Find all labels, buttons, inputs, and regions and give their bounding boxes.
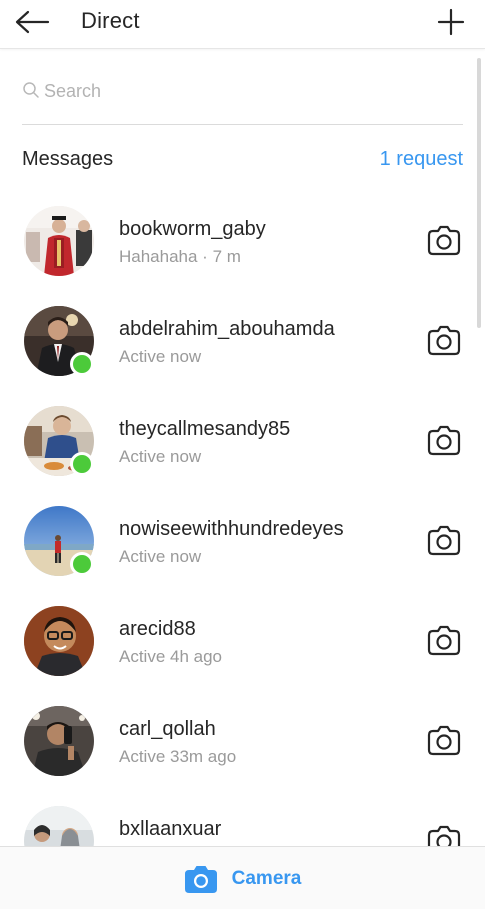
conversation-username: bxllaanxuar <box>119 818 222 840</box>
conversation-username: abdelrahim_abouhamda <box>119 318 335 340</box>
camera-icon[interactable] <box>427 224 461 256</box>
conversation-status: Active now <box>119 347 202 366</box>
camera-icon[interactable] <box>427 624 461 656</box>
camera-icon <box>184 865 217 893</box>
conversation-status: Active now <box>119 447 202 466</box>
conversation-row[interactable]: theycallmesandy85 Active now <box>0 390 485 490</box>
avatar[interactable] <box>24 606 94 676</box>
messages-heading: Messages <box>22 148 114 170</box>
conversation-row[interactable]: abdelrahim_abouhamda Active now <box>0 290 485 390</box>
camera-icon[interactable] <box>427 524 461 556</box>
arrow-left-icon <box>15 10 50 34</box>
camera-bottom-bar[interactable]: Camera <box>0 846 485 909</box>
avatar[interactable] <box>24 206 94 276</box>
avatar-graduation <box>24 206 94 276</box>
conversation-username: nowiseewithhundredeyes <box>119 518 344 540</box>
page-title: Direct <box>81 8 140 33</box>
app-header: Direct <box>0 0 485 49</box>
search-input[interactable] <box>44 78 454 104</box>
conversation-username: arecid88 <box>119 618 196 640</box>
plus-icon <box>437 8 465 36</box>
conversation-row[interactable]: nowiseewithhundredeyes Active now <box>0 490 485 590</box>
camera-icon[interactable] <box>427 324 461 356</box>
conversation-status: Active 4h ago <box>119 647 223 666</box>
search-bar <box>22 66 463 125</box>
conversation-username: carl_qollah <box>119 718 216 740</box>
camera-icon[interactable] <box>427 424 461 456</box>
online-indicator <box>70 352 94 376</box>
avatar-selfie <box>24 706 94 776</box>
direct-inbox-screen: Direct Messages 1 request <box>0 0 485 909</box>
online-indicator <box>70 452 94 476</box>
back-button[interactable] <box>10 2 54 42</box>
conversation-list: bookworm_gaby Hahahaha · 7 m abdelrahim_… <box>0 190 485 890</box>
camera-icon[interactable] <box>427 724 461 756</box>
avatar-glasses <box>24 606 94 676</box>
conversation-row[interactable]: arecid88 Active 4h ago <box>0 590 485 690</box>
conversation-username: theycallmesandy85 <box>119 418 291 440</box>
conversation-status: Hahahaha · 7 m <box>119 247 241 266</box>
conversation-row[interactable]: carl_qollah Active 33m ago <box>0 690 485 790</box>
online-indicator <box>70 552 94 576</box>
conversation-status: Active 33m ago <box>119 747 237 766</box>
avatar[interactable] <box>24 706 94 776</box>
search-icon <box>23 82 39 98</box>
camera-label: Camera <box>231 867 302 889</box>
new-message-button[interactable] <box>431 2 471 42</box>
message-requests-link[interactable]: 1 request <box>380 148 463 171</box>
conversation-row[interactable]: bookworm_gaby Hahahaha · 7 m <box>0 190 485 290</box>
conversation-username: bookworm_gaby <box>119 218 266 240</box>
conversation-status: Active now <box>119 547 202 566</box>
